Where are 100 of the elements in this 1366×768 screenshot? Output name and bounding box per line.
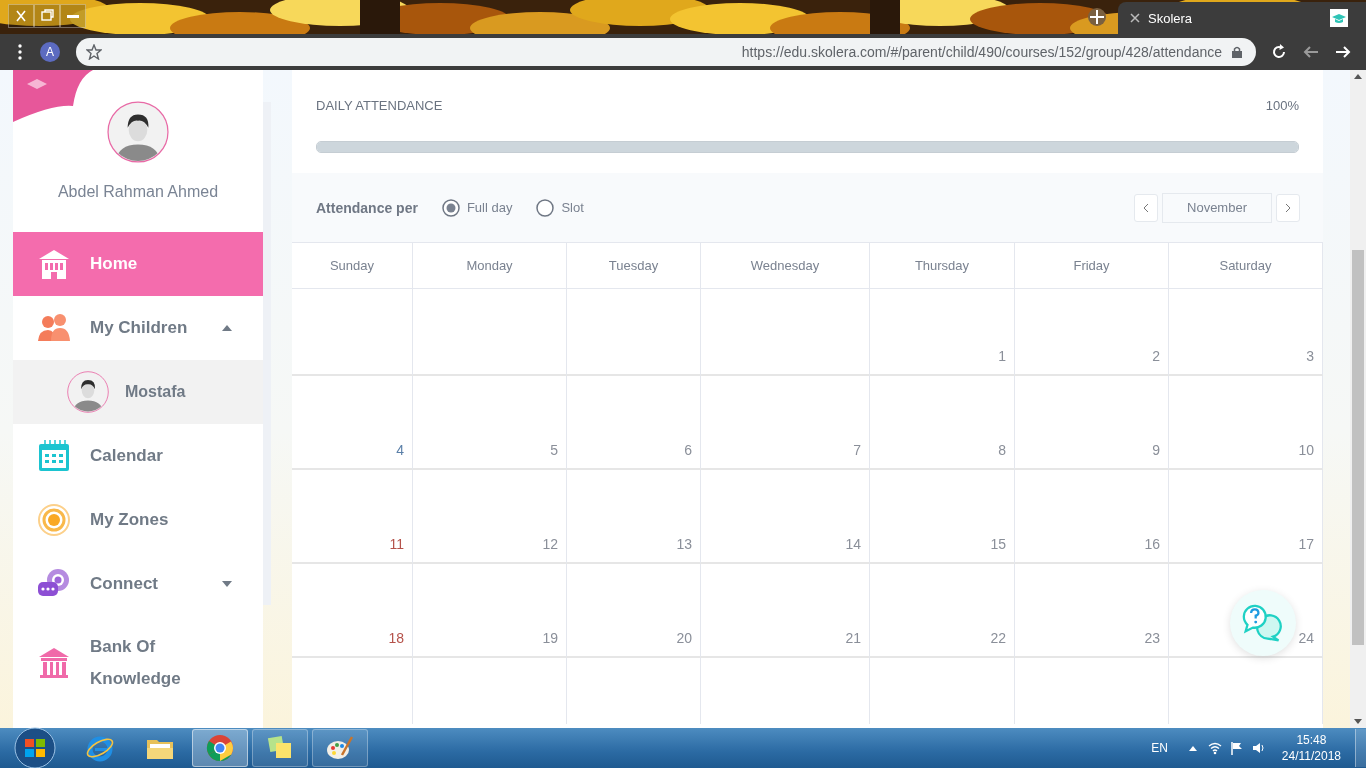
nav-item[interactable]: Calendar (13, 424, 263, 488)
show-desktop-button[interactable] (1355, 729, 1366, 767)
day-number[interactable]: 3 (1306, 348, 1314, 364)
weekday-header: Saturday (1169, 243, 1323, 289)
star-icon[interactable] (86, 44, 102, 60)
radio-option[interactable]: Full day (441, 198, 513, 217)
day-number[interactable]: 2 (1152, 348, 1160, 364)
day-cell[interactable]: 2 (1015, 289, 1169, 376)
day-cell[interactable]: 23 (1015, 564, 1169, 658)
graduation-cap-icon (1330, 9, 1348, 27)
new-tab-icon[interactable] (1088, 8, 1106, 26)
day-cell[interactable]: 16 (1015, 470, 1169, 564)
close-icon[interactable] (1130, 13, 1140, 23)
day-cell[interactable] (567, 289, 701, 376)
day-number[interactable]: 9 (1152, 442, 1160, 458)
day-number[interactable]: 1 (998, 348, 1006, 364)
day-cell[interactable] (701, 289, 870, 376)
day-number[interactable]: 5 (550, 442, 558, 458)
radio-icon[interactable] (536, 198, 555, 217)
profile-avatar[interactable]: A (40, 42, 60, 62)
day-cell[interactable]: 5 (413, 376, 567, 470)
language-indicator[interactable]: EN (1151, 741, 1168, 755)
day-number[interactable]: 21 (845, 630, 861, 646)
day-cell[interactable]: 4 (292, 376, 413, 470)
avatar (67, 371, 109, 413)
day-number[interactable]: 19 (542, 630, 558, 646)
day-number[interactable]: 7 (853, 442, 861, 458)
school-icon (37, 247, 71, 281)
day-number[interactable]: 22 (990, 630, 1006, 646)
radio-option[interactable]: Slot (536, 198, 584, 217)
child-item[interactable]: Mostafa (13, 360, 263, 424)
day-number[interactable]: 8 (998, 442, 1006, 458)
nav-item[interactable]: My Zones (13, 488, 263, 552)
start-button-icon[interactable] (14, 727, 56, 768)
day-number[interactable]: 23 (1144, 630, 1160, 646)
browser-tab[interactable]: Skolera (1118, 2, 1366, 34)
weekday-header: Friday (1015, 243, 1169, 289)
wifi-icon[interactable] (1207, 741, 1222, 755)
restore-icon[interactable] (34, 4, 60, 28)
reload-icon[interactable] (1270, 43, 1288, 61)
library-icon (37, 646, 71, 680)
day-number[interactable]: 14 (845, 536, 861, 552)
percent-text: 100% (1265, 98, 1299, 113)
weekday-header: Wednesday (701, 243, 870, 289)
day-cell[interactable]: 18 (292, 564, 413, 658)
nav-item[interactable]: Connect (13, 552, 263, 616)
minimize-icon[interactable] (60, 4, 86, 28)
day-cell[interactable]: 21 (701, 564, 870, 658)
flag-icon[interactable] (1229, 741, 1244, 755)
nav-item[interactable]: Bank Of Knowledge (13, 616, 263, 710)
day-cell[interactable]: 10 (1169, 376, 1323, 470)
day-cell[interactable]: 19 (413, 564, 567, 658)
day-number[interactable]: 10 (1298, 442, 1314, 458)
day-cell[interactable]: 1 (870, 289, 1015, 376)
day-cell[interactable]: 20 (567, 564, 701, 658)
day-number[interactable]: 12 (542, 536, 558, 552)
nav-item[interactable]: Home (13, 232, 263, 296)
scrollbar[interactable] (263, 102, 271, 605)
nav-item[interactable]: My Children (13, 296, 263, 360)
day-number[interactable]: 6 (684, 442, 692, 458)
scroll-down-icon[interactable] (1354, 719, 1362, 724)
day-cell[interactable]: 3 (1169, 289, 1323, 376)
avatar (107, 101, 169, 163)
day-number[interactable]: 20 (676, 630, 692, 646)
address-bar[interactable]: https://edu.skolera.com/#/parent/child/490/courses/152/group/428/attendance (76, 38, 1256, 66)
day-number[interactable]: 24 (1298, 630, 1314, 646)
scrollbar[interactable] (1350, 70, 1366, 728)
scroll-up-icon[interactable] (1354, 74, 1362, 79)
chrome-icon[interactable] (205, 733, 235, 763)
speaker-icon[interactable] (1251, 741, 1266, 755)
calendar-icon (37, 439, 71, 473)
day-cell[interactable]: 9 (1015, 376, 1169, 470)
day-cell[interactable]: 13 (567, 470, 701, 564)
day-cell[interactable]: 7 (701, 376, 870, 470)
day-cell[interactable]: 17 (1169, 470, 1323, 564)
day-number[interactable]: 18 (388, 630, 404, 646)
radio-icon[interactable] (441, 198, 460, 217)
day-number[interactable]: 13 (676, 536, 692, 552)
day-cell[interactable] (292, 289, 413, 376)
attendance-per-label: Attendance per (316, 199, 418, 216)
day-number[interactable]: 4 (396, 442, 404, 458)
scrollbar-thumb[interactable] (1352, 250, 1364, 645)
target-icon (37, 503, 71, 537)
day-number[interactable]: 17 (1298, 536, 1314, 552)
day-cell[interactable] (413, 289, 567, 376)
day-number[interactable]: 15 (990, 536, 1006, 552)
menu-icon[interactable] (18, 44, 22, 60)
day-number[interactable]: 16 (1144, 536, 1160, 552)
day-cell[interactable]: 8 (870, 376, 1015, 470)
weekday-header: Tuesday (567, 243, 701, 289)
day-cell[interactable]: 14 (701, 470, 870, 564)
day-cell[interactable]: 6 (567, 376, 701, 470)
day-cell[interactable]: 15 (870, 470, 1015, 564)
chevron-right-icon (1285, 202, 1291, 213)
day-cell[interactable]: 12 (413, 470, 567, 564)
chevron-left-icon (1143, 202, 1149, 213)
day-number[interactable]: 11 (389, 536, 404, 552)
day-cell[interactable]: 22 (870, 564, 1015, 658)
clock[interactable]: 15:48 24/11/2018 (1281, 732, 1341, 764)
day-cell[interactable]: 11 (292, 470, 413, 564)
